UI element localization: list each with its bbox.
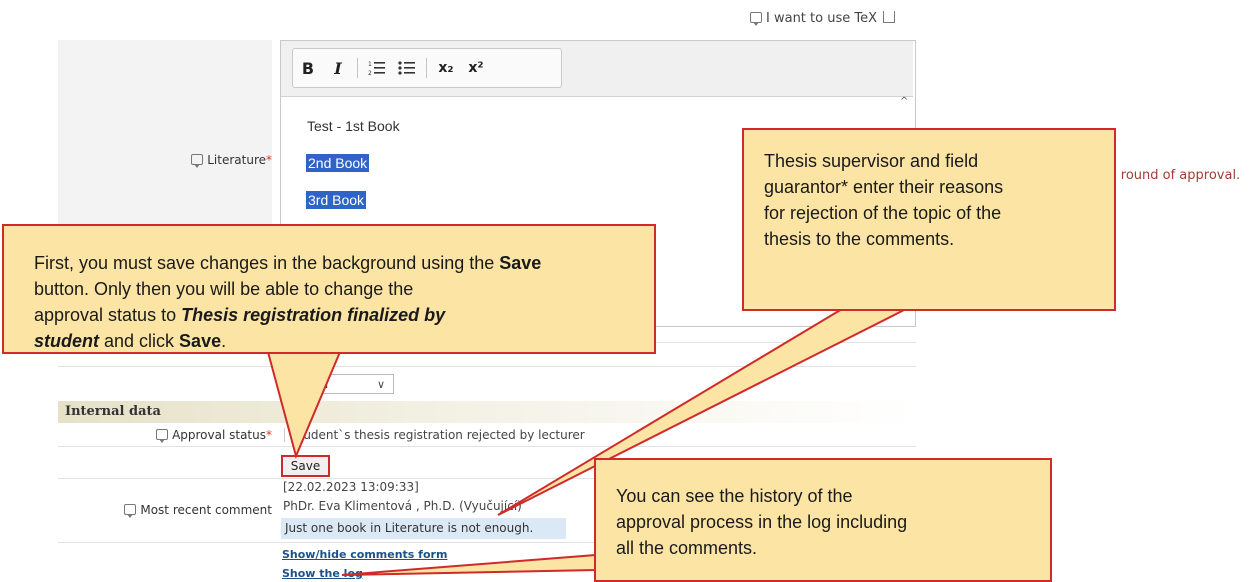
literature-label-text: Literature bbox=[207, 153, 266, 167]
toolbar-separator bbox=[357, 58, 358, 78]
approval-status-label-text: Approval status bbox=[172, 428, 266, 442]
tex-checkbox[interactable] bbox=[883, 11, 895, 23]
toolbar-separator bbox=[426, 58, 427, 78]
ordered-list-icon: 1 2 bbox=[368, 61, 385, 76]
bullet-list-button[interactable] bbox=[392, 49, 422, 87]
superscript-button[interactable]: x² bbox=[461, 49, 491, 87]
most-recent-comment-label: Most recent comment bbox=[124, 503, 272, 518]
bold-button[interactable]: B bbox=[293, 49, 323, 87]
ordered-list-button[interactable]: 1 2 bbox=[362, 49, 392, 87]
language-select[interactable]: Czech ∨ bbox=[282, 374, 394, 394]
callout-log-history: You can see the history of the approval … bbox=[594, 458, 1052, 582]
approval-round-note: w round of approval. bbox=[1106, 168, 1241, 183]
most-recent-comment-label-text: Most recent comment bbox=[140, 503, 272, 517]
internal-data-heading: Internal data bbox=[58, 401, 916, 423]
subscript-button[interactable]: x₂ bbox=[431, 49, 461, 87]
save-button[interactable]: Save bbox=[281, 455, 330, 477]
literature-line: Test - 1st Book bbox=[307, 118, 400, 134]
svg-text:2: 2 bbox=[368, 70, 372, 76]
toggle-comments-link[interactable]: Show/hide comments form bbox=[282, 548, 447, 561]
note-icon bbox=[124, 504, 137, 518]
chevron-down-icon: ∨ bbox=[376, 378, 385, 391]
svg-text:1: 1 bbox=[368, 61, 372, 68]
editor-toolbar: B I 1 2 x₂ x² bbox=[292, 48, 562, 88]
row-divider bbox=[58, 446, 916, 447]
language-select-value: Czech bbox=[289, 377, 329, 392]
note-icon bbox=[156, 429, 169, 443]
required-mark: * bbox=[266, 428, 272, 442]
scroll-up-icon[interactable]: ^ bbox=[900, 96, 910, 107]
tex-toggle-label: I want to use TeX bbox=[766, 11, 877, 26]
callout-save-first: First, you must save changes in the back… bbox=[2, 224, 656, 354]
note-icon bbox=[750, 12, 762, 26]
required-mark: * bbox=[266, 153, 272, 167]
literature-line-selected: 3rd Book bbox=[306, 191, 367, 209]
callout-rejection-reasons: Thesis supervisor and field guarantor* e… bbox=[742, 128, 1116, 311]
comment-timestamp: [22.02.2023 13:09:33] bbox=[283, 480, 419, 494]
literature-label: Literature* bbox=[191, 153, 272, 168]
note-icon bbox=[191, 154, 204, 168]
bullet-list-icon bbox=[398, 61, 415, 75]
italic-button[interactable]: I bbox=[323, 49, 353, 87]
literature-line-selected: 2nd Book bbox=[306, 154, 370, 172]
comment-text: Just one book in Literature is not enoug… bbox=[281, 518, 566, 539]
show-log-link[interactable]: Show the log bbox=[282, 567, 363, 580]
tex-toggle[interactable]: I want to use TeX bbox=[750, 11, 895, 26]
comment-author: PhDr. Eva Klimentová , Ph.D. (Vyučující) bbox=[283, 499, 522, 513]
row-divider bbox=[58, 366, 916, 367]
approval-status-label: Approval status* bbox=[156, 428, 272, 443]
approval-status-value: Student`s thesis registration rejected b… bbox=[284, 428, 585, 442]
